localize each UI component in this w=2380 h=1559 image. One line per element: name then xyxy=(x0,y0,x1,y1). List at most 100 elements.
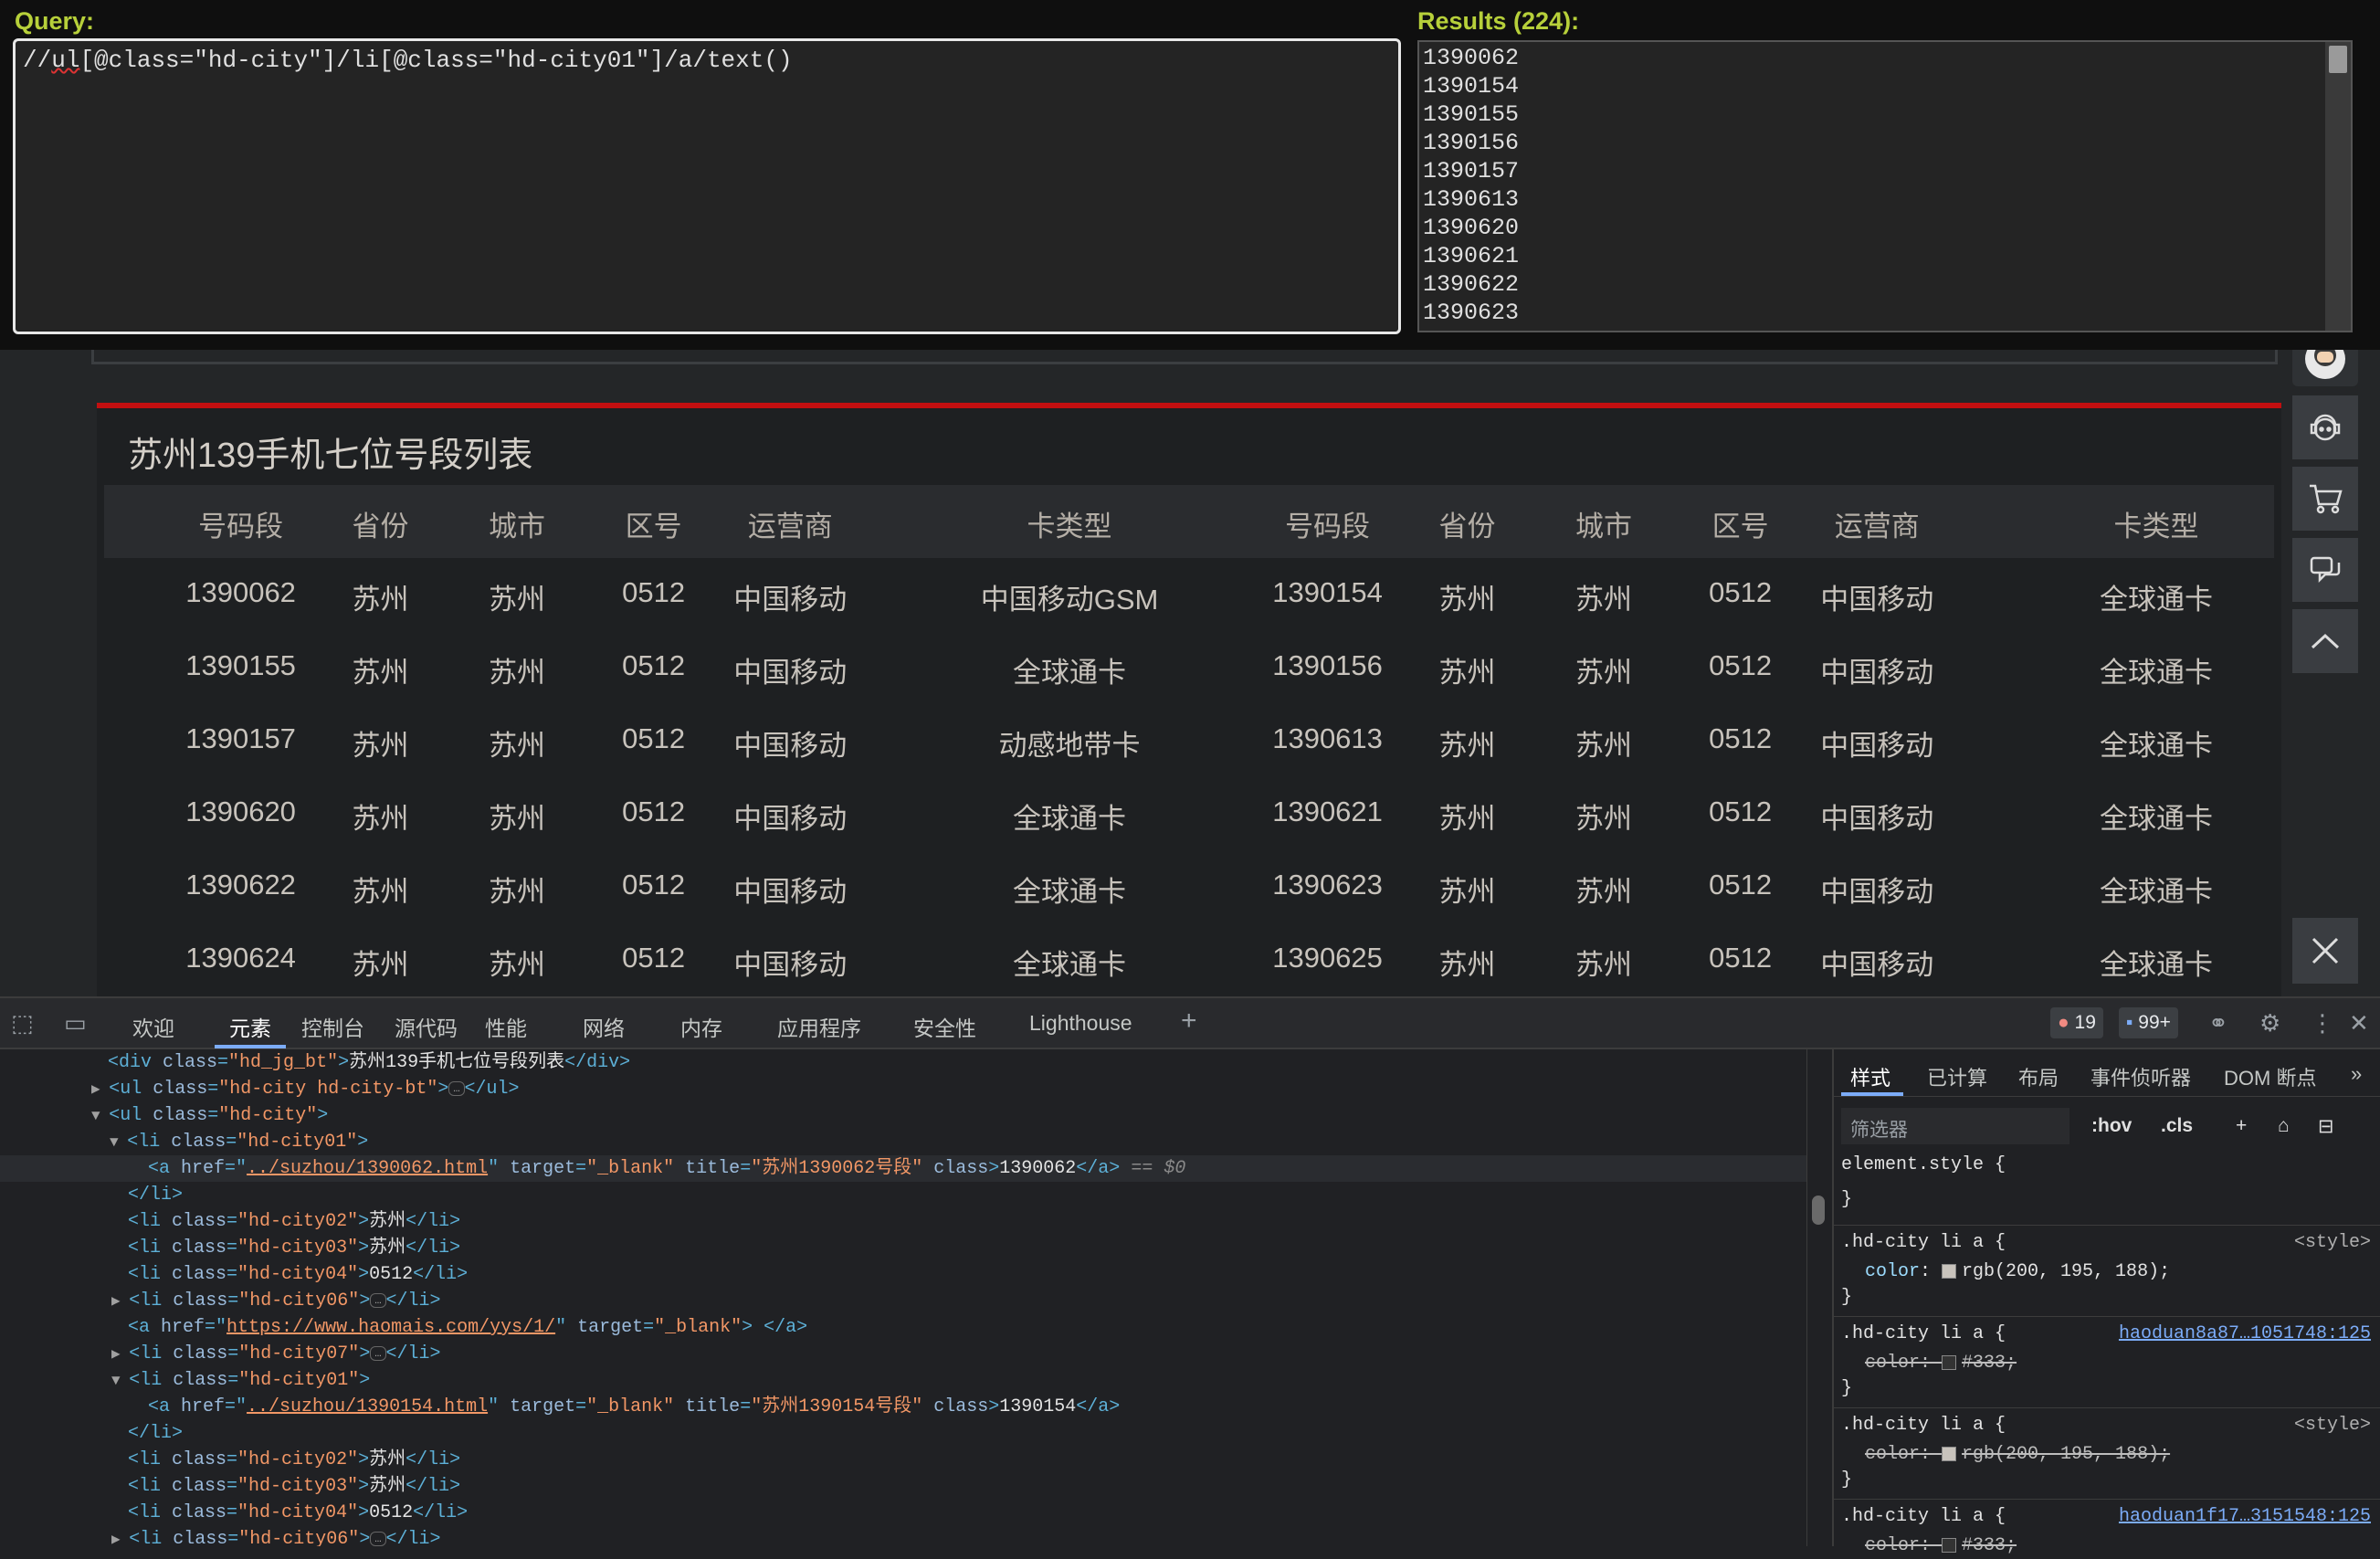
tab-console[interactable]: 控制台 xyxy=(301,1011,364,1042)
tab-security[interactable]: 安全性 xyxy=(913,1011,976,1042)
dom-line-li03-b[interactable]: <li class="hd-city03">苏州</li> xyxy=(0,1473,1806,1500)
tab-welcome[interactable]: 欢迎 xyxy=(132,1011,174,1042)
tab-network[interactable]: 网络 xyxy=(583,1011,625,1042)
tab-computed[interactable]: 已计算 xyxy=(1927,1062,1987,1091)
dom-line-a-1390154[interactable]: <a href="../suzhou/1390154.html" target=… xyxy=(0,1394,1806,1420)
rule-1-close: } xyxy=(1841,1287,1853,1308)
element-style-rule[interactable]: element.style { } xyxy=(1834,1153,2380,1213)
dom-line-ul-bt[interactable]: ▶ <ul class="hd-city hd-city-bt">… </ul> xyxy=(0,1076,1806,1102)
tab-dom-breakpoints[interactable]: DOM 断点 xyxy=(2224,1062,2316,1091)
close-icon xyxy=(2312,937,2339,964)
paint-icon[interactable]: ⌂ xyxy=(2278,1115,2290,1137)
message-badge[interactable]: ▪ 99+ xyxy=(2119,1007,2178,1038)
dom-line-li02[interactable]: <li class="hd-city02">苏州</li> xyxy=(0,1208,1806,1235)
segment-link[interactable]: 1390155 xyxy=(185,649,296,682)
more-tabs-icon[interactable]: » xyxy=(2351,1062,2362,1086)
dom-line-li06[interactable]: ▶ <li class="hd-city06">… </li> xyxy=(0,1288,1806,1314)
experiments-icon[interactable]: ⚭ xyxy=(2208,1009,2228,1038)
segment-link[interactable]: 1390624 xyxy=(185,942,296,974)
segment-link[interactable]: 1390622 xyxy=(185,869,296,901)
color-swatch[interactable] xyxy=(1942,1263,1957,1279)
cell-city: 苏州 xyxy=(489,584,546,616)
avatar-button[interactable] xyxy=(2292,350,2358,386)
rule-2-close: } xyxy=(1841,1378,1853,1399)
dom-line-a-external[interactable]: <a href="https://www.haomais.com/yys/1/"… xyxy=(0,1314,1806,1341)
cell-city-2: 苏州 xyxy=(1575,730,1633,762)
segment-link[interactable]: 1390625 xyxy=(1272,942,1383,974)
color-swatch[interactable] xyxy=(1942,1354,1957,1370)
tab-performance[interactable]: 性能 xyxy=(485,1011,527,1042)
rule-1-prop-name: color xyxy=(1865,1261,1921,1282)
results-scrollbar-thumb[interactable] xyxy=(2329,46,2347,73)
back-to-top-button[interactable] xyxy=(2292,609,2358,673)
segment-link[interactable]: 1390154 xyxy=(1272,576,1383,609)
tab-elements[interactable]: 元素 xyxy=(229,1011,271,1042)
query-spellcheck-word: ul xyxy=(51,47,80,74)
cls-toggle[interactable]: .cls xyxy=(2161,1115,2193,1137)
segment-link[interactable]: 1390613 xyxy=(1272,722,1383,755)
tab-application[interactable]: 应用程序 xyxy=(777,1011,861,1042)
segment-link[interactable]: 1390623 xyxy=(1272,869,1383,901)
results-label: Results (224): xyxy=(1417,7,1580,35)
style-rule-1[interactable]: .hd-city li a { <style> color: rgb(200, … xyxy=(1834,1230,2380,1311)
more-options-icon[interactable]: ⋮ xyxy=(2311,1009,2334,1038)
segment-link[interactable]: 1390062 xyxy=(185,576,296,609)
cell-area-code: 0512 xyxy=(622,649,686,681)
previous-panel-border xyxy=(91,350,2278,364)
result-item: 1390621 xyxy=(1423,243,1520,269)
segment-link[interactable]: 1390156 xyxy=(1272,649,1383,682)
dom-line-li06-b[interactable]: ▶ <li class="hd-city06">… </li> xyxy=(0,1526,1806,1546)
tab-layout[interactable]: 布局 xyxy=(2018,1062,2059,1091)
toolbar-close-button[interactable] xyxy=(2292,918,2358,984)
segment-link[interactable]: 1390621 xyxy=(1272,795,1383,828)
settings-gear-icon[interactable]: ⚙ xyxy=(2259,1009,2280,1038)
results-box[interactable]: 1390062 1390154 1390155 1390156 1390157 13906… xyxy=(1417,40,2353,332)
styles-filter-input[interactable]: 筛选器 xyxy=(1841,1108,2069,1144)
style-rule-3[interactable]: .hd-city li a { <style> color: rgb(200, … xyxy=(1834,1413,2380,1493)
cell-province-2: 苏州 xyxy=(1438,584,1496,616)
cart-button[interactable] xyxy=(2292,467,2358,531)
segment-link[interactable]: 1390157 xyxy=(185,722,296,755)
dom-tree-scrollbar[interactable] xyxy=(1806,1049,1830,1546)
hov-toggle[interactable]: :hov xyxy=(2091,1115,2132,1137)
style-rule-2[interactable]: .hd-city li a { haoduan8a87…1051748:125 … xyxy=(1834,1322,2380,1402)
dom-tree-scrollbar-thumb[interactable] xyxy=(1812,1196,1825,1225)
rule-4-prop-name: color xyxy=(1865,1535,1921,1556)
tab-event-listeners[interactable]: 事件侦听器 xyxy=(2090,1062,2191,1091)
result-item: 1390155 xyxy=(1423,101,1520,128)
customer-service-button[interactable] xyxy=(2292,395,2358,459)
color-swatch[interactable] xyxy=(1942,1446,1957,1461)
dom-line-div[interactable]: <div class="hd_jg_bt">苏州139手机七位号段列表</div… xyxy=(0,1049,1806,1076)
tab-styles[interactable]: 样式 xyxy=(1850,1062,1890,1091)
style-rule-4[interactable]: .hd-city li a { haoduan1f17…3151548:125 … xyxy=(1834,1504,2380,1559)
close-devtools-icon[interactable]: ✕ xyxy=(2349,1009,2369,1038)
dom-line-li04-b[interactable]: <li class="hd-city04">0512</li> xyxy=(0,1500,1806,1526)
segment-link[interactable]: 1390620 xyxy=(185,795,296,828)
rule-4-source-link[interactable]: haoduan1f17…3151548:125 xyxy=(2119,1504,2371,1530)
dom-line-ul-city[interactable]: ▼ <ul class="hd-city"> xyxy=(0,1102,1806,1129)
tab-lighthouse[interactable]: Lighthouse xyxy=(1029,1011,1132,1036)
tab-memory[interactable]: 内存 xyxy=(680,1011,722,1042)
sidebar-toggle-icon[interactable]: ⊟ xyxy=(2318,1115,2334,1138)
inspect-element-icon[interactable]: ⬚ xyxy=(11,1009,34,1038)
dom-line-li01-b[interactable]: ▼ <li class="hd-city01"> xyxy=(0,1367,1806,1394)
error-badge[interactable]: ● 19 xyxy=(2050,1007,2103,1038)
rule-2-source-link[interactable]: haoduan8a87…1051748:125 xyxy=(2119,1322,2371,1347)
dom-line-li02-b[interactable]: <li class="hd-city02">苏州</li> xyxy=(0,1447,1806,1473)
device-toolbar-icon[interactable]: ▭ xyxy=(64,1009,87,1038)
cell-carrier: 中国移动 xyxy=(733,657,848,689)
color-swatch[interactable] xyxy=(1942,1537,1957,1553)
dom-line-a-selected[interactable]: <a href="../suzhou/1390062.html" target=… xyxy=(0,1155,1806,1182)
query-input[interactable]: //ul[@class="hd-city"]/li[@class="hd-cit… xyxy=(13,38,1401,334)
tab-sources[interactable]: 源代码 xyxy=(395,1011,458,1042)
rule-divider xyxy=(1834,1499,2380,1500)
dom-line-li01[interactable]: ▼ <li class="hd-city01"> xyxy=(0,1129,1806,1155)
add-tab-icon[interactable]: + xyxy=(1181,1006,1197,1037)
new-rule-icon[interactable]: + xyxy=(2236,1115,2247,1137)
chat-button[interactable] xyxy=(2292,538,2358,602)
dom-line-li07[interactable]: ▶ <li class="hd-city07">… </li> xyxy=(0,1341,1806,1367)
dom-line-li04[interactable]: <li class="hd-city04">0512</li> xyxy=(0,1261,1806,1288)
dom-line-li03[interactable]: <li class="hd-city03">苏州</li> xyxy=(0,1235,1806,1261)
results-scrollbar[interactable] xyxy=(2325,42,2351,331)
cell-area-code: 0512 xyxy=(622,722,686,754)
